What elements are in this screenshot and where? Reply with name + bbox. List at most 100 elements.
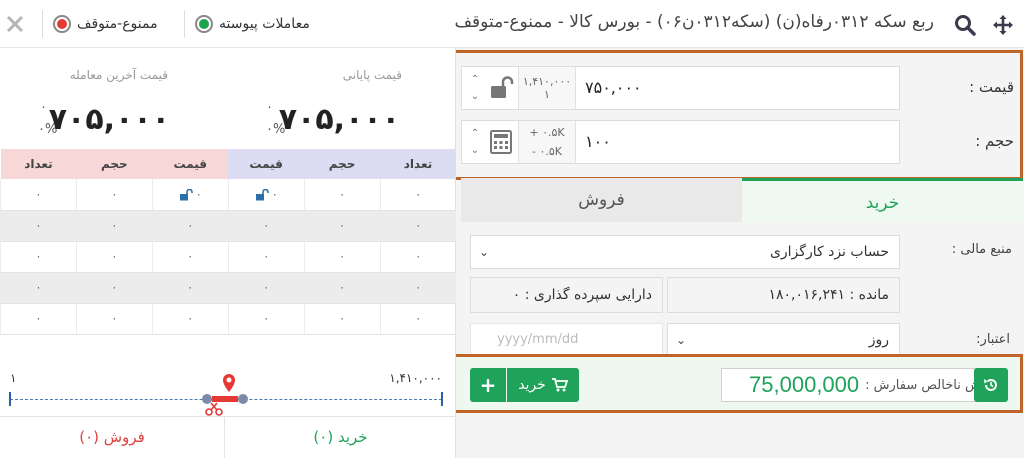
table-row[interactable]: ۰ ۰ ۰ ۰ ۰ ۰ — [0, 179, 456, 211]
order-panel: قیمت : ⌃ ⌄ ۱,۴۱۰,۰۰۰ ۱ ۷۵۰,۰۰۰ حجم : ⌃ ⌄ +… — [447, 48, 1024, 458]
cell: ۰ — [0, 241, 77, 273]
status-continuous-label: معاملات پیوسته — [219, 16, 310, 32]
validity-label: اعتبار: — [976, 332, 1010, 347]
final-change: ۰ — [266, 100, 273, 115]
col-count: تعداد — [0, 149, 77, 179]
volume-stepper-arrows[interactable]: ⌃ ⌄ — [465, 125, 485, 159]
cell: ۰ — [151, 179, 229, 211]
date-placeholder: yyyy/mm/dd — [497, 332, 579, 347]
cell: ۰ — [379, 241, 456, 273]
add-order-button[interactable]: + — [470, 368, 506, 402]
status-continuous: معاملات پیوسته — [195, 14, 310, 34]
cell: ۰ — [151, 272, 229, 304]
history-icon — [984, 378, 997, 391]
cell: ۰ — [151, 303, 229, 335]
date-field[interactable]: yyyy/mm/dd — [470, 323, 663, 357]
cell: ۰ — [303, 179, 381, 211]
order-book: تعداد حجم قیمت قیمت حجم تعداد ۰ ۰ ۰ ۰ ۰ … — [0, 149, 456, 335]
source-value: حساب نزد کارگزاری — [769, 244, 889, 260]
search-icon[interactable] — [953, 13, 977, 37]
side-tabs: خرید فروش — [461, 178, 1023, 222]
last-price: ۷۰۵,۰۰۰ — [48, 102, 170, 137]
cell: ۰ — [75, 272, 153, 304]
table-row[interactable]: ۰ ۰ ۰ ۰ ۰ ۰ — [0, 210, 456, 242]
unlock-icon[interactable] — [255, 188, 269, 201]
buy-button[interactable]: خرید — [507, 368, 579, 402]
cell: ۰ — [379, 210, 456, 242]
last-change: ۰ — [40, 100, 47, 115]
col-price: قیمت — [152, 149, 229, 179]
map-pin-icon — [223, 374, 235, 392]
buy-button-label: خرید — [518, 377, 546, 393]
gross-order-value: ارزش ناخالص سفارش : 75,000,000 — [721, 368, 1006, 402]
price-min: ۱ — [544, 88, 550, 101]
cell: ۰ — [75, 210, 153, 242]
validity-select[interactable]: روز ⌄ — [667, 323, 900, 357]
cell: ۰ — [0, 179, 77, 211]
cell: ۰ — [75, 241, 153, 273]
range-min: ۱ — [10, 371, 17, 385]
separator — [184, 10, 185, 38]
range-max: ۱,۴۱۰,۰۰۰ — [389, 371, 442, 385]
cell-value: ۰ — [195, 187, 202, 201]
title-bar: ربع سکه ۰۳۱۲رفاه(ن) (سکه۰۳۱۲ن۰۶) - بورس … — [0, 0, 1024, 48]
slider-end-min — [9, 392, 11, 406]
instrument-title: ربع سکه ۰۳۱۲رفاه(ن) (سکه۰۳۱۲ن۰۶) - بورس … — [454, 12, 934, 32]
volume-field[interactable]: ⌃ ⌄ + ۰.۵K - ۰.۵K ۱۰۰ — [461, 120, 900, 164]
last-percent: ۰% — [38, 122, 58, 137]
deposit-assets: دارایی سپرده گذاری : ۰ — [470, 277, 663, 313]
calculator-icon[interactable] — [488, 129, 514, 155]
sell-count[interactable]: فروش (۰) — [0, 417, 224, 458]
slider-end-max — [441, 392, 443, 406]
final-price-caption: قیمت پایانی — [342, 68, 402, 82]
volume-plus-button[interactable]: + ۰.۵K — [519, 126, 575, 139]
order-submit-bar: + خرید ارزش ناخالص سفارش : 75,000,000 — [447, 354, 1024, 413]
cell: ۰ — [75, 179, 153, 211]
cell: ۰ — [379, 303, 456, 335]
chevron-down-icon: ⌄ — [676, 333, 687, 347]
col-volume: حجم — [76, 149, 153, 179]
price-max: ۱,۴۱۰,۰۰۰ — [522, 75, 572, 88]
col-price: قیمت — [228, 149, 305, 179]
cell: ۰ — [303, 210, 381, 242]
separator — [42, 10, 43, 38]
price-field[interactable]: ⌃ ⌄ ۱,۴۱۰,۰۰۰ ۱ ۷۵۰,۰۰۰ — [461, 66, 900, 110]
price-input[interactable]: ۷۵۰,۰۰۰ — [579, 67, 642, 109]
volume-label: حجم : — [975, 132, 1014, 150]
cell: ۰ — [227, 210, 305, 242]
last-price-block: قیمت آخرین معامله ۷۰۵,۰۰۰ ۰ ۰% — [6, 58, 206, 138]
source-label: منبع مالی : — [951, 242, 1012, 257]
move-icon[interactable] — [992, 14, 1014, 36]
cell: ۰ — [151, 241, 229, 273]
order-count-bar: خرید (۰) فروش (۰) — [0, 416, 456, 458]
cell: ۰ — [227, 241, 305, 273]
source-select[interactable]: حساب نزد کارگزاری ⌄ — [470, 235, 900, 269]
cell: ۰ — [379, 179, 456, 211]
final-price-block: قیمت پایانی ۷۰۵,۰۰۰ ۰ ۰% — [236, 58, 436, 138]
last-price-caption: قیمت آخرین معامله — [69, 68, 168, 82]
cell: ۰ — [75, 303, 153, 335]
tab-buy[interactable]: خرید — [742, 178, 1023, 222]
price-label: قیمت : — [969, 78, 1014, 96]
volume-minus-button[interactable]: - ۰.۵K — [519, 145, 575, 158]
unlock-icon[interactable] — [488, 75, 514, 101]
table-row[interactable]: ۰ ۰ ۰ ۰ ۰ ۰ — [0, 272, 456, 304]
volume-input[interactable]: ۱۰۰ — [579, 121, 611, 163]
reset-button[interactable] — [974, 368, 1008, 402]
cart-icon — [551, 378, 568, 392]
market-panel: قیمت پایانی ۷۰۵,۰۰۰ ۰ ۰% قیمت آخرین معام… — [0, 48, 456, 458]
unlock-icon[interactable] — [179, 188, 193, 201]
tab-sell[interactable]: فروش — [461, 178, 742, 222]
gross-value: 75,000,000 — [749, 372, 860, 397]
cell: ۰ — [227, 272, 305, 304]
buy-count[interactable]: خرید (۰) — [224, 417, 456, 458]
slider-handle-right[interactable] — [238, 394, 248, 404]
table-row[interactable]: ۰ ۰ ۰ ۰ ۰ ۰ — [0, 241, 456, 273]
price-stepper-arrows[interactable]: ⌃ ⌄ — [465, 71, 485, 105]
cell: ۰ — [227, 179, 305, 211]
table-row[interactable]: ۰ ۰ ۰ ۰ ۰ ۰ — [0, 303, 456, 335]
close-icon[interactable] — [4, 13, 26, 35]
final-percent: ۰% — [266, 122, 286, 137]
cell-value: ۰ — [271, 187, 278, 201]
cell: ۰ — [151, 210, 229, 242]
